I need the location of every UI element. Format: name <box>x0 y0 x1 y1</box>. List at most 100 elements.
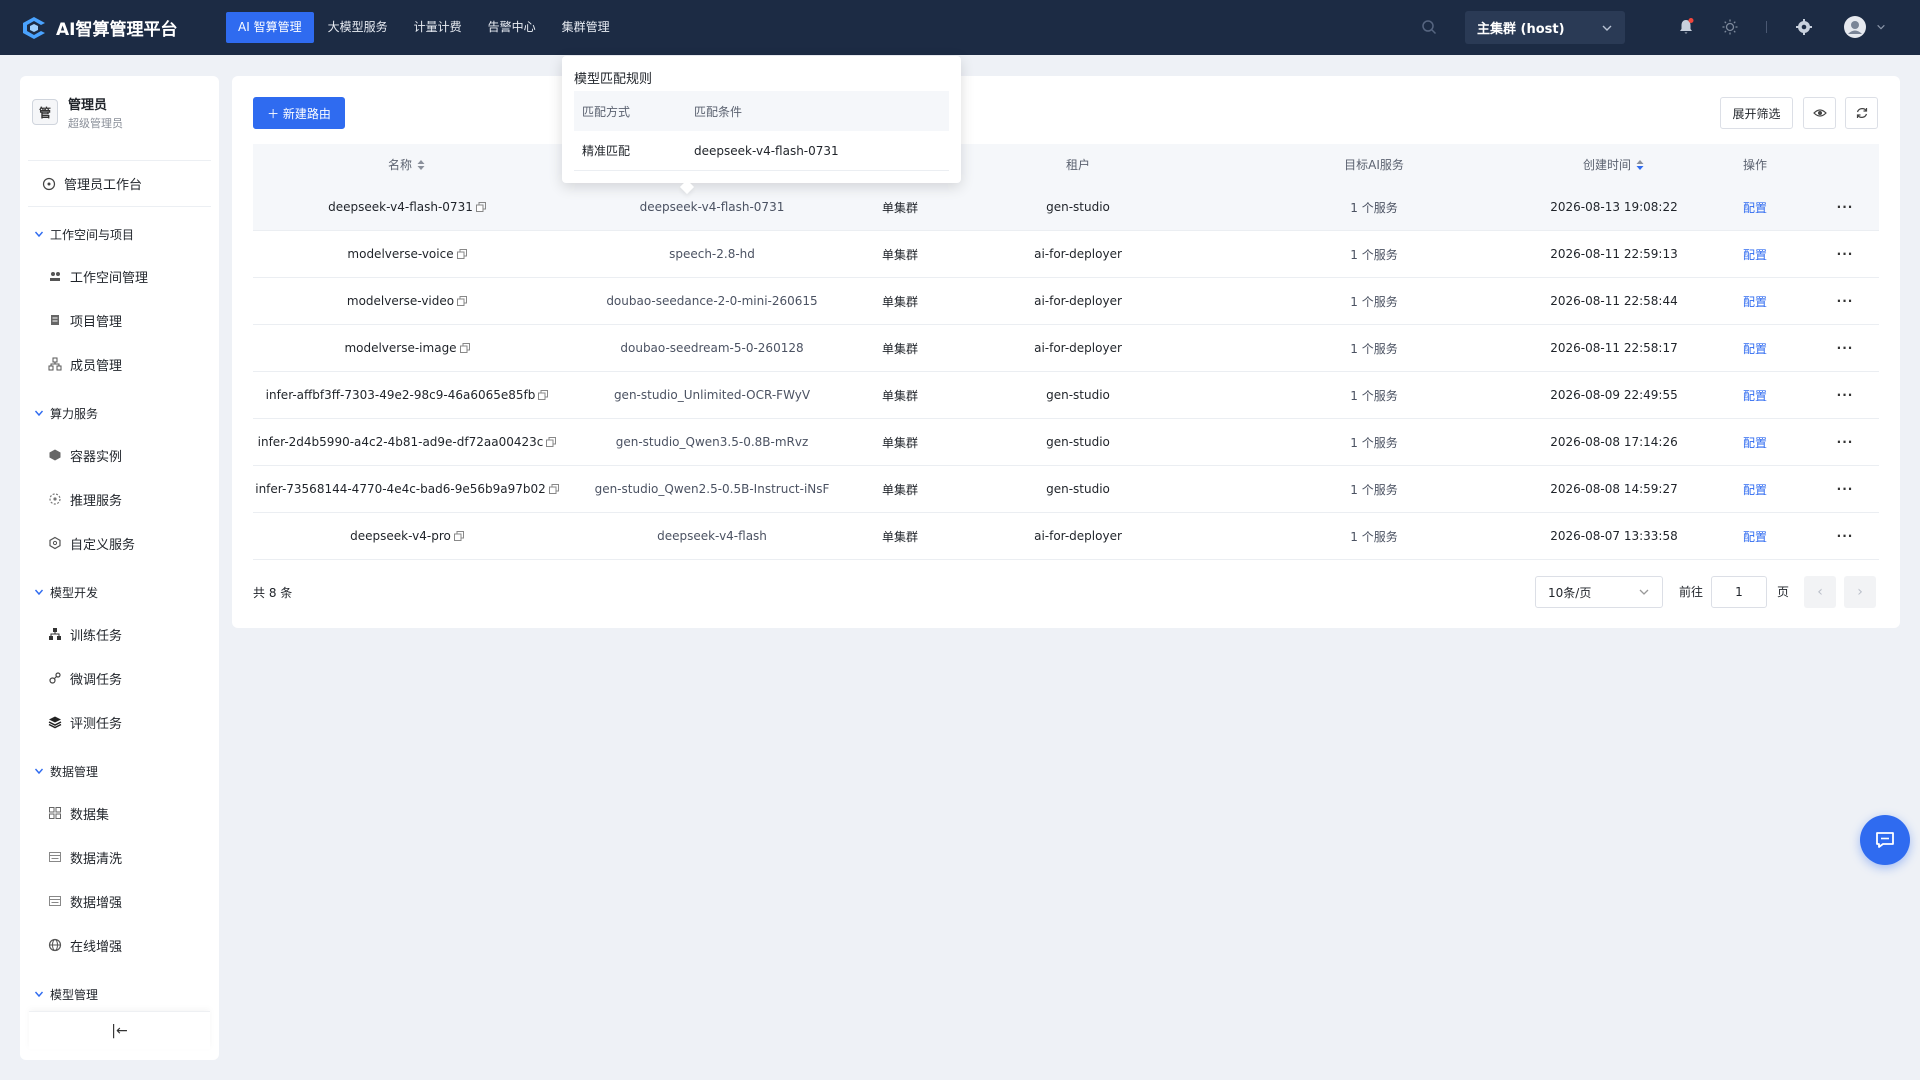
sidebar-item-container[interactable]: 容器实例 <box>20 433 219 477</box>
col-target: 目标AI服务 <box>1344 157 1404 172</box>
table-row[interactable]: modelverse-voice speech-2.8-hd 单集群 ai-for-d… <box>253 231 1879 278</box>
nav-alerts[interactable]: 告警中心 <box>476 12 548 43</box>
route-target[interactable]: 1 个服务 <box>1219 434 1529 451</box>
more-actions-button[interactable]: ··· <box>1811 341 1879 355</box>
table-row[interactable]: deepseek-v4-flash-0731 deepseek-v4-flash-… <box>253 184 1879 231</box>
sidebar-item-data-augment[interactable]: 数据增强 <box>20 879 219 923</box>
copy-icon[interactable] <box>475 202 486 212</box>
copy-icon[interactable] <box>546 437 557 447</box>
sidebar-item-finetune[interactable]: 微调任务 <box>20 656 219 700</box>
configure-button[interactable]: 配置 <box>1699 340 1811 357</box>
more-actions-button[interactable]: ··· <box>1811 435 1879 449</box>
more-actions-button[interactable]: ··· <box>1811 482 1879 496</box>
sidebar-group-model-mgmt[interactable]: 模型管理 <box>20 974 219 1014</box>
more-actions-button[interactable]: ··· <box>1811 200 1879 214</box>
col-created[interactable]: 创建时间 <box>1529 156 1699 173</box>
route-target[interactable]: 1 个服务 <box>1219 293 1529 310</box>
sidebar-item-dataset[interactable]: 数据集 <box>20 791 219 835</box>
page-size-select[interactable]: 10条/页 <box>1535 576 1663 608</box>
copy-icon[interactable] <box>456 249 467 259</box>
prev-page-button[interactable]: ‹ <box>1804 576 1836 608</box>
table-row[interactable]: infer-2d4b5990-a4c2-4b81-ad9e-df72aa0042… <box>253 419 1879 466</box>
configure-button[interactable]: 配置 <box>1699 434 1811 451</box>
route-model[interactable]: speech-2.8-hd <box>561 247 863 261</box>
sidebar-item-online-augment[interactable]: 在线增强 <box>20 923 219 967</box>
route-cluster: 单集群 <box>881 529 918 544</box>
copy-icon[interactable] <box>459 343 470 353</box>
page-input[interactable]: 1 <box>1711 576 1767 608</box>
route-target[interactable]: 1 个服务 <box>1219 481 1529 498</box>
more-actions-button[interactable]: ··· <box>1811 388 1879 402</box>
table-row[interactable]: infer-affbf3ff-7303-49e2-98c9-46a6065e85… <box>253 372 1879 419</box>
brand[interactable]: AI智算管理平台 <box>20 14 205 42</box>
route-target[interactable]: 1 个服务 <box>1219 199 1529 216</box>
configure-button[interactable]: 配置 <box>1699 528 1811 545</box>
configure-button[interactable]: 配置 <box>1699 293 1811 310</box>
cluster-select[interactable]: 主集群 (host) <box>1465 11 1625 44</box>
sidebar-item-training[interactable]: 训练任务 <box>20 612 219 656</box>
next-page-button[interactable]: › <box>1844 576 1876 608</box>
refresh-button[interactable] <box>1845 97 1878 129</box>
nav-billing[interactable]: 计量计费 <box>402 12 474 43</box>
sidebar-group-data[interactable]: 数据管理 <box>20 751 219 791</box>
route-model[interactable]: gen-studio_Unlimited-OCR-FWyV <box>561 388 863 402</box>
search-icon[interactable] <box>1421 19 1437 35</box>
avatar[interactable] <box>1843 15 1867 39</box>
sidebar-item-data-clean[interactable]: 数据清洗 <box>20 835 219 879</box>
table-row[interactable]: infer-73568144-4770-4e4c-bad6-9e56b9a97b… <box>253 466 1879 513</box>
sidebar-item-inference[interactable]: 推理服务 <box>20 477 219 521</box>
route-created: 2026-08-07 13:33:58 <box>1550 529 1678 543</box>
nav-llm-service[interactable]: 大模型服务 <box>316 12 400 43</box>
route-model[interactable]: deepseek-v4-flash-0731 <box>561 200 863 214</box>
sidebar-item-label: 微调任务 <box>70 672 123 688</box>
gear-icon[interactable] <box>1794 17 1814 37</box>
sidebar-item-workspace-mgmt[interactable]: 工作空间管理 <box>20 254 219 298</box>
sidebar-item-member-mgmt[interactable]: 成员管理 <box>20 342 219 386</box>
configure-button[interactable]: 配置 <box>1699 199 1811 216</box>
table-row[interactable]: deepseek-v4-pro deepseek-v4-flash 单集群 ai-fo… <box>253 513 1879 560</box>
nav-ai-compute[interactable]: AI 智算管理 <box>226 12 314 43</box>
route-target[interactable]: 1 个服务 <box>1219 340 1529 357</box>
route-target[interactable]: 1 个服务 <box>1219 387 1529 404</box>
route-target[interactable]: 1 个服务 <box>1219 246 1529 263</box>
route-model[interactable]: gen-studio_Qwen3.5-0.8B-mRvz <box>561 435 863 449</box>
new-route-button[interactable]: ＋ 新建路由 <box>253 97 345 129</box>
route-model[interactable]: gen-studio_Qwen2.5-0.5B-Instruct-iNsF <box>561 482 863 496</box>
expand-filter-button[interactable]: 展开筛选 <box>1720 97 1793 129</box>
more-actions-button[interactable]: ··· <box>1811 529 1879 543</box>
copy-icon[interactable] <box>538 390 549 400</box>
route-model[interactable]: doubao-seedance-2-0-mini-260615 <box>561 294 863 308</box>
table-row[interactable]: modelverse-image doubao-seedream-5-0-2601… <box>253 325 1879 372</box>
chat-button[interactable] <box>1860 815 1910 865</box>
route-model[interactable]: deepseek-v4-flash <box>561 529 863 543</box>
sidebar-group-model-dev[interactable]: 模型开发 <box>20 572 219 612</box>
column-visibility-button[interactable] <box>1803 97 1836 129</box>
sun-icon[interactable] <box>1720 17 1740 37</box>
sidebar-item-workbench[interactable]: 管理员工作台 <box>20 161 219 206</box>
logo-icon <box>23 16 45 39</box>
configure-button[interactable]: 配置 <box>1699 481 1811 498</box>
table-row[interactable]: modelverse-video doubao-seedance-2-0-mini… <box>253 278 1879 325</box>
route-model[interactable]: doubao-seedream-5-0-260128 <box>561 341 863 355</box>
nav-cluster[interactable]: 集群管理 <box>550 12 622 43</box>
sidebar-group-compute[interactable]: 算力服务 <box>20 393 219 433</box>
configure-button[interactable]: 配置 <box>1699 246 1811 263</box>
route-target[interactable]: 1 个服务 <box>1219 528 1529 545</box>
sidebar-item-custom-service[interactable]: 自定义服务 <box>20 521 219 565</box>
configure-button[interactable]: 配置 <box>1699 387 1811 404</box>
chevron-down-icon[interactable] <box>1876 22 1886 32</box>
sidebar-group-workspace[interactable]: 工作空间与项目 <box>20 214 219 254</box>
col-name[interactable]: 名称 <box>253 156 561 173</box>
chevron-right-icon: › <box>1857 584 1863 600</box>
sidebar-collapse-button[interactable]: |← <box>29 1011 210 1049</box>
sidebar-item-evaluation[interactable]: 评测任务 <box>20 700 219 744</box>
more-actions-button[interactable]: ··· <box>1811 294 1879 308</box>
more-actions-button[interactable]: ··· <box>1811 247 1879 261</box>
sidebar-item-label: 成员管理 <box>70 358 123 374</box>
copy-icon[interactable] <box>453 531 464 541</box>
sidebar-item-project-mgmt[interactable]: 项目管理 <box>20 298 219 342</box>
copy-icon[interactable] <box>457 296 468 306</box>
bell-icon[interactable] <box>1676 17 1696 37</box>
layers-icon <box>48 716 62 729</box>
copy-icon[interactable] <box>548 484 559 494</box>
